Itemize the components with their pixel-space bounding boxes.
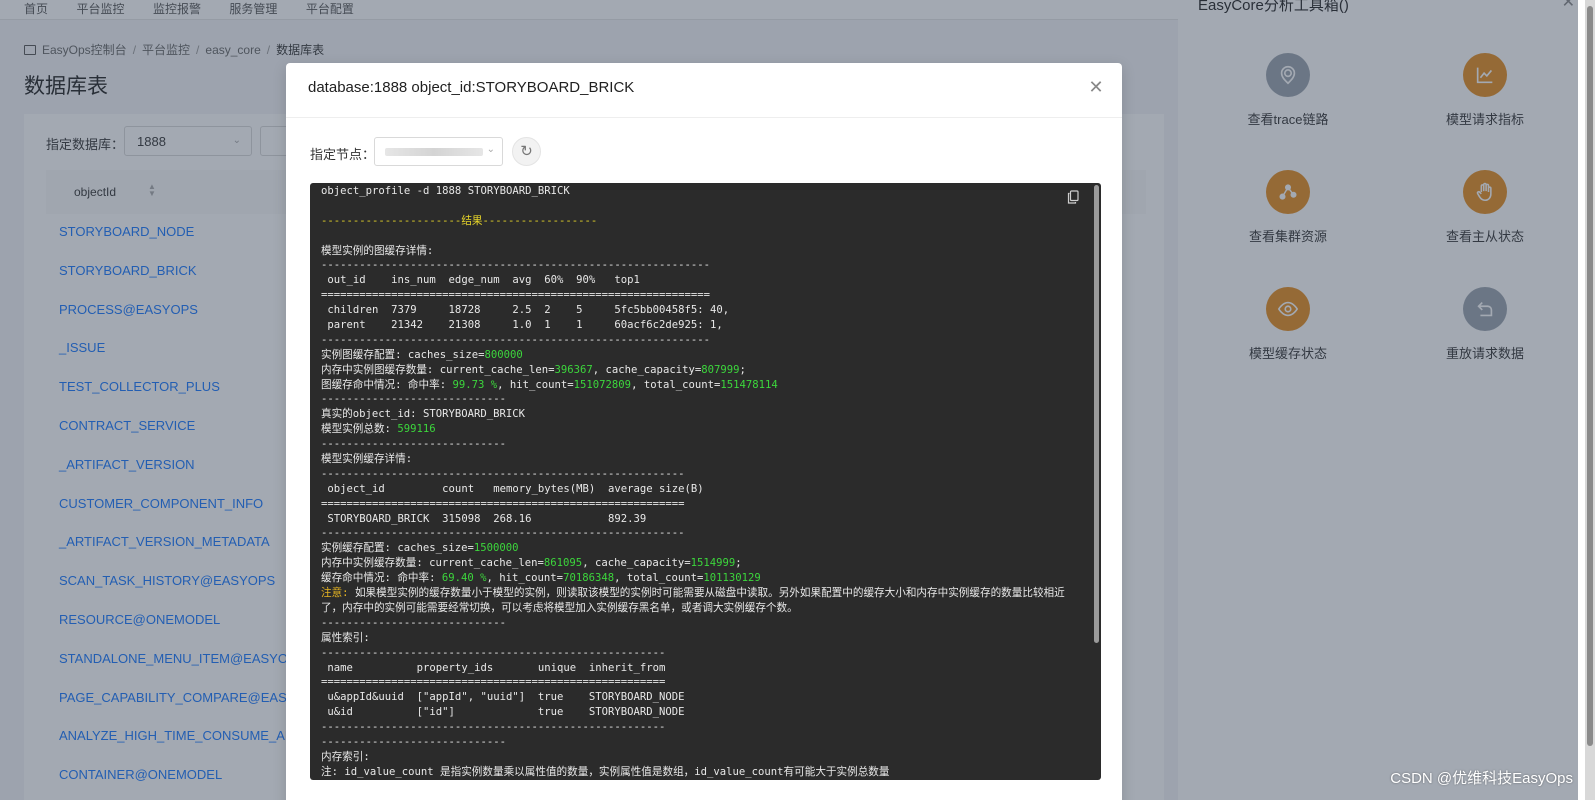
terminal-body: object_profile -d 1888 STORYBOARD_BRICK … (321, 184, 1081, 780)
terminal-line: ----------------------------------------… (321, 527, 685, 540)
terminal-line: ========================================… (321, 676, 666, 689)
terminal-line: STORYBOARD_BRICK 315098 268.16 892.39 (321, 512, 647, 525)
terminal-line: ----------------------------- (321, 616, 506, 629)
terminal-line: 属性索引: (321, 631, 370, 644)
terminal-line: 模型实例缓存详情: (321, 453, 413, 466)
terminal-line: out_id ins_num edge_num avg 60% 90% top1 (321, 274, 640, 287)
terminal-line: 真实的object_id: STORYBOARD_BRICK (321, 408, 525, 421)
terminal-line: u&appId&uuid ["appId", "uuid"] true STOR… (321, 691, 685, 704)
node-value-redacted (385, 148, 483, 156)
terminal-line: 实例缓存配置: caches_size=1500000 (321, 542, 519, 555)
terminal-line: ========================================… (321, 289, 711, 302)
terminal-line: 内存中实例图缓存数量: current_cache_len=396367, ca… (321, 363, 746, 376)
terminal-line: 模型实例的图缓存详情: (321, 244, 434, 257)
terminal-line: 内存中实例缓存数量: current_cache_len=861095, cac… (321, 557, 742, 570)
terminal-line: ----------------------------- (321, 393, 506, 406)
terminal-scrollbar[interactable] (1094, 185, 1099, 643)
drawer-scrollbar[interactable] (1587, 6, 1593, 746)
terminal-line: name property_ids unique inherit_from (321, 661, 666, 674)
modal-title: database:1888 object_id:STORYBOARD_BRICK (308, 79, 635, 96)
node-select-label: 指定节点： (310, 147, 376, 162)
terminal-line: ----------------------------------------… (321, 333, 711, 346)
terminal-line: object_profile -d 1888 STORYBOARD_BRICK (321, 185, 570, 197)
terminal-output[interactable]: object_profile -d 1888 STORYBOARD_BRICK … (310, 183, 1101, 780)
close-icon[interactable]: ✕ (1086, 77, 1106, 97)
terminal-line: ----------------------------------------… (321, 467, 685, 480)
chevron-down-icon: ⌄ (486, 144, 495, 155)
terminal-line: 图缓存命中情况: 命中率: 99.73 %, hit_count=1510728… (321, 378, 778, 391)
terminal-line: 注: id_value_count 是指实例数量乘以属性值的数量，实例属性值是数… (321, 765, 890, 778)
terminal-line: 缓存命中情况: 命中率: 69.40 %, hit_count=70186348… (321, 572, 761, 585)
node-select[interactable]: ⌄ (374, 137, 503, 166)
terminal-line: 实例图缓存配置: caches_size=800000 (321, 348, 523, 361)
terminal-line: children 7379 18728 2.5 2 5 5fc5bb00458f… (321, 304, 730, 317)
drawer-mask (1178, 0, 1578, 800)
divider (286, 117, 1122, 118)
refresh-button[interactable]: ↻ (512, 137, 541, 166)
terminal-line: ========================================… (321, 497, 685, 510)
terminal-line: u&id ["id"] true STORYBOARD_NODE (321, 706, 685, 719)
refresh-icon: ↻ (520, 143, 533, 160)
terminal-line: ----------------------------- (321, 438, 506, 451)
terminal-line: 模型实例总数: 599116 (321, 423, 436, 436)
terminal-line: parent 21342 21308 1.0 1 1 60acf6c2de925… (321, 319, 723, 332)
terminal-line: ----------------------------------------… (321, 259, 711, 272)
terminal-note: 注意: 如果模型实例的缓存数量小于模型的实例，则读取该模型的实例时可能需要从磁盘… (321, 587, 1065, 614)
terminal-line: ----------------------------------------… (321, 646, 666, 659)
terminal-line: 内存索引: (321, 750, 370, 763)
terminal-line: ----------------------结果----------------… (321, 214, 598, 227)
object-profile-modal: database:1888 object_id:STORYBOARD_BRICK… (286, 63, 1122, 800)
terminal-line: object_id count memory_bytes(MB) average… (321, 482, 704, 495)
terminal-line: ----------------------------------------… (321, 721, 666, 734)
terminal-line: ----------------------------- (321, 735, 506, 748)
watermark: CSDN @优维科技EasyOps (1390, 770, 1573, 787)
